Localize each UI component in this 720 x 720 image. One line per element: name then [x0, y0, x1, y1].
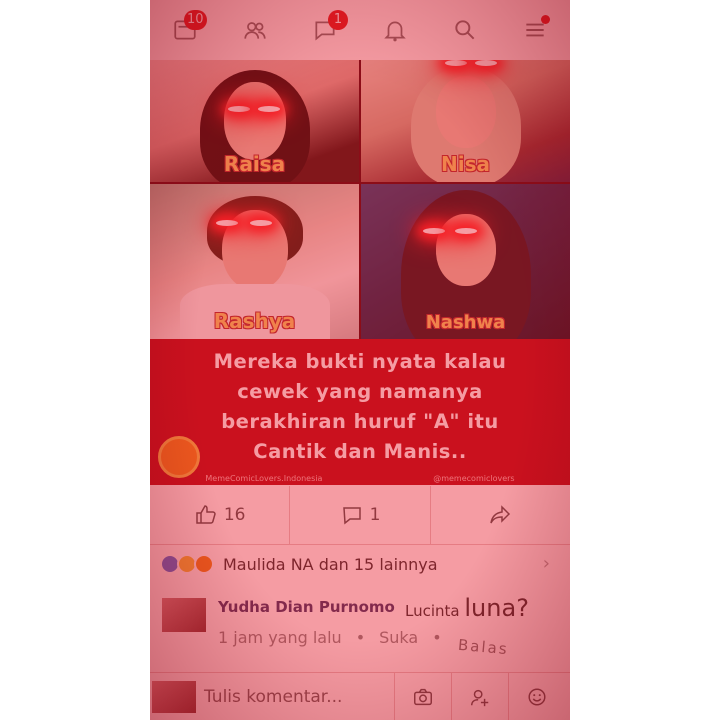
share-button[interactable]: [431, 486, 570, 544]
separator: •: [432, 628, 442, 647]
emoji-button[interactable]: [508, 673, 565, 720]
post-caption: Mereka bukti nyata kalau cewek yang nama…: [213, 350, 507, 463]
search-icon: [455, 20, 475, 40]
emoji-icon: [528, 688, 546, 706]
comment-text-prefix: Lucinta: [405, 602, 460, 620]
comment-text-big: luna?: [464, 594, 529, 622]
comment-count: 1: [369, 505, 381, 525]
tab-search[interactable]: [430, 0, 500, 60]
reactions-summary[interactable]: Maulida NA dan 15 lainnya ›: [150, 544, 570, 584]
tab-friends[interactable]: [220, 0, 290, 60]
chevron-right-icon[interactable]: ›: [543, 553, 550, 574]
comment-author[interactable]: Yudha Dian Purnomo: [218, 598, 395, 616]
notifications-icon: [384, 21, 406, 42]
tag-person-icon: [471, 689, 489, 707]
comment-time: 1 jam yang lalu: [218, 628, 342, 647]
comment-button[interactable]: 1: [290, 486, 431, 544]
friends-icon: [244, 22, 266, 39]
comment-reply-link[interactable]: Balas: [457, 636, 509, 658]
post-image[interactable]: Raisa Nisa Rashya Nashwa Mereka bukti ny…: [150, 60, 570, 485]
tab-news-feed[interactable]: 10: [150, 0, 220, 60]
comment-composer: Tulis komentar...: [150, 672, 570, 720]
glowing-eye: [258, 106, 280, 112]
comment-input[interactable]: Tulis komentar...: [204, 687, 394, 707]
like-count: 16: [223, 505, 246, 525]
tab-menu[interactable]: [500, 0, 570, 60]
glowing-eye: [228, 106, 250, 112]
glowing-eye: [250, 220, 272, 226]
reactions-text: Maulida NA dan 15 lainnya: [223, 554, 438, 574]
glowing-eye: [455, 228, 477, 234]
news-feed-badge: 10: [184, 10, 207, 30]
separator: •: [355, 628, 366, 647]
reaction-icons: [160, 554, 214, 574]
like-button[interactable]: 16: [150, 486, 291, 544]
tab-messages[interactable]: 1: [290, 0, 360, 60]
glowing-eye: [475, 60, 497, 66]
top-nav-bar: 10 1: [150, 0, 570, 60]
comment-meta: 1 jam yang lalu • Suka •: [218, 628, 442, 647]
caption-panel: Mereka bukti nyata kalau cewek yang nama…: [150, 339, 570, 485]
photo-tile: Nisa: [361, 60, 570, 182]
watermark-left: MemeComicLovers.Indonesia: [205, 473, 323, 483]
phone-screen: 10 1 Raisa Nisa Rashya Nashwa Mereka buk…: [150, 0, 570, 720]
watermark-right: @memecomiclovers: [433, 473, 515, 483]
comment-like-link[interactable]: Suka: [379, 628, 418, 647]
tab-notifications[interactable]: [360, 0, 430, 60]
comment-text: Lucinta luna?: [405, 594, 529, 622]
post-actions: 16 1: [150, 486, 570, 545]
photo-tile: Nashwa: [361, 184, 570, 339]
tile-name-label: Raisa: [223, 152, 286, 176]
comment: Yudha Dian Purnomo Lucinta luna? 1 jam y…: [150, 590, 570, 670]
menu-notification-dot: [541, 15, 550, 24]
photo-tile: Rashya: [150, 184, 359, 339]
tile-name-label: Nashwa: [425, 312, 506, 333]
tile-name-label: Nisa: [441, 152, 490, 176]
share-icon: [490, 505, 511, 524]
photo-tile: Raisa: [150, 60, 359, 182]
tag-person-button[interactable]: [451, 673, 508, 720]
like-icon: [196, 505, 216, 524]
comment-icon: [342, 507, 361, 525]
glowing-eye: [423, 228, 445, 234]
angry-reaction-icon: [194, 554, 214, 574]
camera-button[interactable]: [394, 673, 451, 720]
watermark-bar: MemeComicLovers.Indonesia @memecomiclove…: [150, 471, 570, 485]
tile-name-label: Rashya: [213, 309, 296, 333]
avatar: [152, 681, 196, 713]
messages-badge: 1: [328, 10, 348, 30]
camera-icon: [414, 688, 432, 706]
glowing-eye: [445, 60, 467, 66]
avatar[interactable]: [162, 598, 206, 632]
glowing-eye: [216, 220, 238, 226]
